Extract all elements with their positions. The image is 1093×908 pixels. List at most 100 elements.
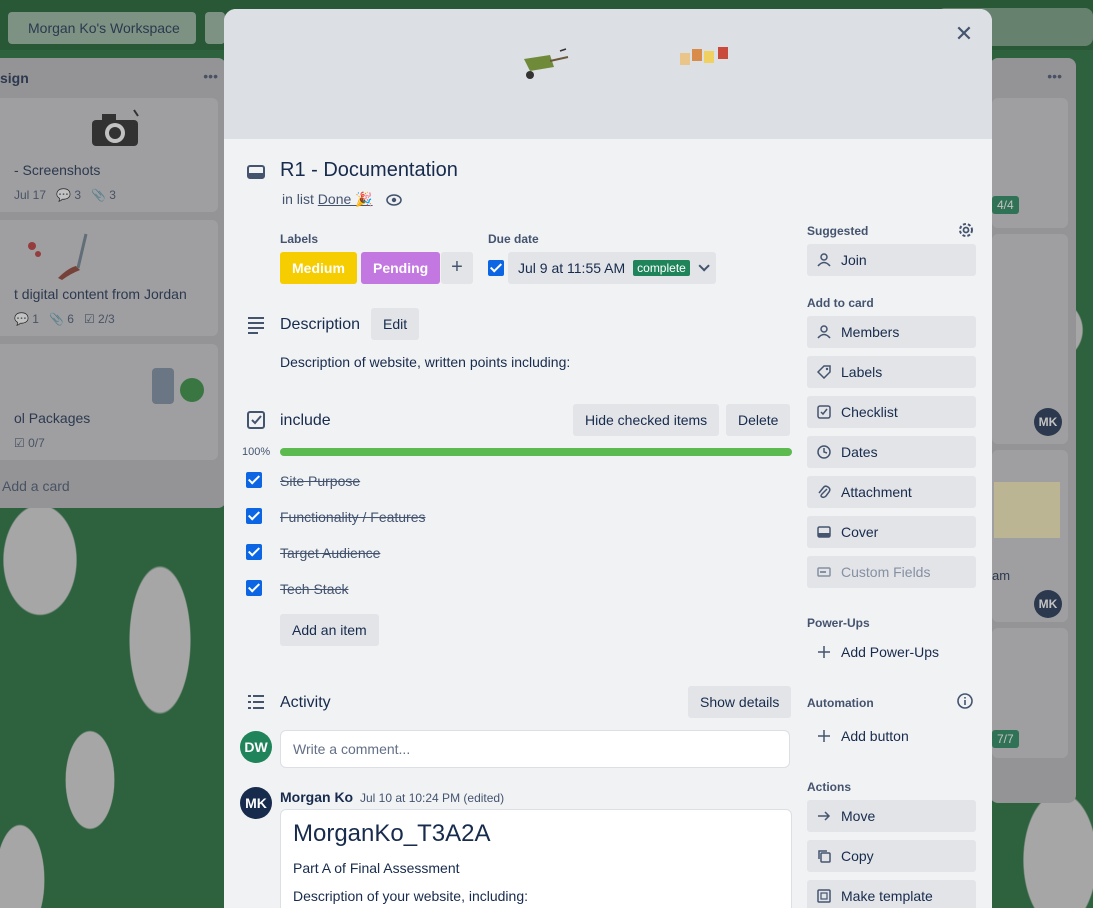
delete-checklist-button[interactable]: Delete bbox=[726, 404, 791, 436]
checklist-item-checkbox[interactable] bbox=[246, 472, 262, 488]
comment-timestamp[interactable]: Jul 10 at 10:24 PM (edited) bbox=[360, 791, 504, 805]
checklist-progress-fill bbox=[280, 448, 792, 456]
comment-author-avatar[interactable]: MK bbox=[240, 787, 272, 819]
join-label: Join bbox=[841, 252, 867, 268]
dates-button[interactable]: Dates bbox=[807, 436, 976, 468]
due-date-value: Jul 9 at 11:55 AM bbox=[518, 260, 626, 276]
activity-title: Activity bbox=[280, 694, 331, 711]
comment-paragraph: Part A of Final Assessment bbox=[293, 860, 460, 876]
card-list-info: in list Done 🎉 bbox=[282, 191, 403, 208]
description-icon bbox=[248, 317, 264, 334]
activity-icon bbox=[248, 695, 264, 709]
due-date-button[interactable]: Jul 9 at 11:55 AM complete bbox=[508, 252, 716, 284]
copy-button[interactable]: Copy bbox=[807, 840, 976, 872]
due-date-control: Jul 9 at 11:55 AM complete bbox=[488, 252, 716, 284]
label-pending[interactable]: Pending bbox=[361, 252, 441, 284]
cover-icon bbox=[817, 526, 831, 538]
checklist-item[interactable] bbox=[246, 572, 262, 604]
checklist-item-text[interactable]: Target Audience bbox=[280, 545, 380, 561]
checklist-item[interactable] bbox=[246, 464, 262, 496]
comment-input[interactable]: Write a comment... bbox=[280, 730, 790, 768]
label-medium[interactable]: Medium bbox=[280, 252, 357, 284]
powerups-heading: Power-Ups bbox=[807, 616, 870, 630]
dates-label: Dates bbox=[841, 444, 878, 460]
edit-description-button[interactable]: Edit bbox=[371, 308, 420, 340]
description-title: Description bbox=[280, 316, 361, 333]
plus-icon bbox=[818, 730, 830, 742]
add-button-label: Add button bbox=[841, 728, 909, 744]
move-label: Move bbox=[841, 808, 876, 824]
add-checklist-item-button[interactable]: Add an item bbox=[280, 614, 379, 646]
add-button-button[interactable]: Add button bbox=[807, 720, 976, 752]
add-to-card-heading: Add to card bbox=[807, 296, 874, 310]
checklist-item-text[interactable]: Functionality / Features bbox=[280, 509, 426, 525]
due-date-heading: Due date bbox=[488, 232, 539, 246]
checklist-progress-bar bbox=[280, 448, 792, 456]
person-icon bbox=[817, 253, 831, 267]
checklist-item-checkbox[interactable] bbox=[246, 580, 262, 596]
current-user-avatar[interactable]: DW bbox=[240, 731, 272, 763]
join-button[interactable]: Join bbox=[807, 244, 976, 276]
comment-heading: MorganKo_T3A2A bbox=[293, 820, 491, 847]
add-powerups-button[interactable]: Add Power-Ups bbox=[807, 636, 976, 668]
checklist-progress-percent: 100% bbox=[242, 446, 271, 458]
checklist-item[interactable] bbox=[246, 500, 262, 532]
copy-label: Copy bbox=[841, 848, 874, 864]
due-complete-checkbox[interactable] bbox=[488, 260, 504, 276]
tag-icon bbox=[817, 365, 831, 379]
actions-heading: Actions bbox=[807, 780, 852, 794]
checklist-button[interactable]: Checklist bbox=[807, 396, 976, 428]
attachment-label: Attachment bbox=[841, 484, 912, 500]
cover-label: Cover bbox=[841, 524, 879, 540]
make-template-label: Make template bbox=[841, 888, 933, 904]
template-icon bbox=[817, 889, 831, 903]
move-button[interactable]: Move bbox=[807, 800, 976, 832]
card-title[interactable]: R1 - Documentation bbox=[280, 159, 458, 182]
suggested-heading: Suggested bbox=[807, 224, 869, 238]
custom-fields-button[interactable]: Custom Fields bbox=[807, 556, 976, 588]
clock-icon bbox=[817, 445, 831, 459]
plus-icon bbox=[818, 646, 830, 658]
card-icon bbox=[247, 165, 265, 179]
checklist-item-text[interactable]: Tech Stack bbox=[280, 581, 348, 597]
comment-paragraph: Description of your website, including: bbox=[293, 888, 529, 904]
description-text[interactable]: Description of website, written points i… bbox=[280, 354, 570, 370]
list-link[interactable]: Done 🎉 bbox=[318, 191, 373, 207]
labels-button[interactable]: Labels bbox=[807, 356, 976, 388]
checklist-item-checkbox[interactable] bbox=[246, 544, 262, 560]
person-icon bbox=[817, 325, 831, 339]
chevron-down-icon bbox=[698, 260, 710, 272]
checklist-item[interactable] bbox=[246, 536, 262, 568]
card-cover bbox=[224, 9, 992, 139]
arrow-right-icon bbox=[818, 811, 831, 821]
members-button[interactable]: Members bbox=[807, 316, 976, 348]
show-details-button[interactable]: Show details bbox=[688, 686, 792, 718]
checkbox-icon bbox=[817, 405, 831, 419]
checklist-label: Checklist bbox=[841, 404, 898, 420]
copy-icon bbox=[818, 850, 831, 863]
wheelbarrow-sticker-icon bbox=[524, 48, 569, 79]
checklist-item-checkbox[interactable] bbox=[246, 508, 262, 524]
cover-button[interactable]: Cover bbox=[807, 516, 976, 548]
checklist-icon bbox=[247, 411, 265, 429]
checklist-item-text[interactable]: Site Purpose bbox=[280, 473, 360, 489]
custom-fields-icon bbox=[817, 567, 831, 577]
info-icon[interactable] bbox=[956, 692, 974, 710]
close-icon[interactable]: ✕ bbox=[950, 21, 978, 49]
seed-packets-sticker-icon bbox=[680, 47, 728, 65]
checklist-title[interactable]: include bbox=[280, 412, 331, 430]
comment-body: MorganKo_T3A2A Part A of Final Assessmen… bbox=[280, 809, 792, 908]
members-label: Members bbox=[841, 324, 900, 340]
hide-checked-items-button[interactable]: Hide checked items bbox=[573, 404, 720, 436]
labels-label: Labels bbox=[841, 364, 883, 380]
custom-fields-label: Custom Fields bbox=[841, 564, 931, 580]
make-template-button[interactable]: Make template bbox=[807, 880, 976, 908]
in-list-prefix: in list bbox=[282, 191, 314, 207]
status-badge: complete bbox=[633, 260, 690, 276]
watch-eye-icon[interactable] bbox=[386, 194, 403, 207]
gear-icon[interactable] bbox=[956, 220, 976, 240]
add-label-button[interactable]: + bbox=[441, 252, 473, 284]
paperclip-icon bbox=[818, 485, 831, 499]
attachment-button[interactable]: Attachment bbox=[807, 476, 976, 508]
comment-author-name[interactable]: Morgan Ko bbox=[280, 789, 353, 805]
